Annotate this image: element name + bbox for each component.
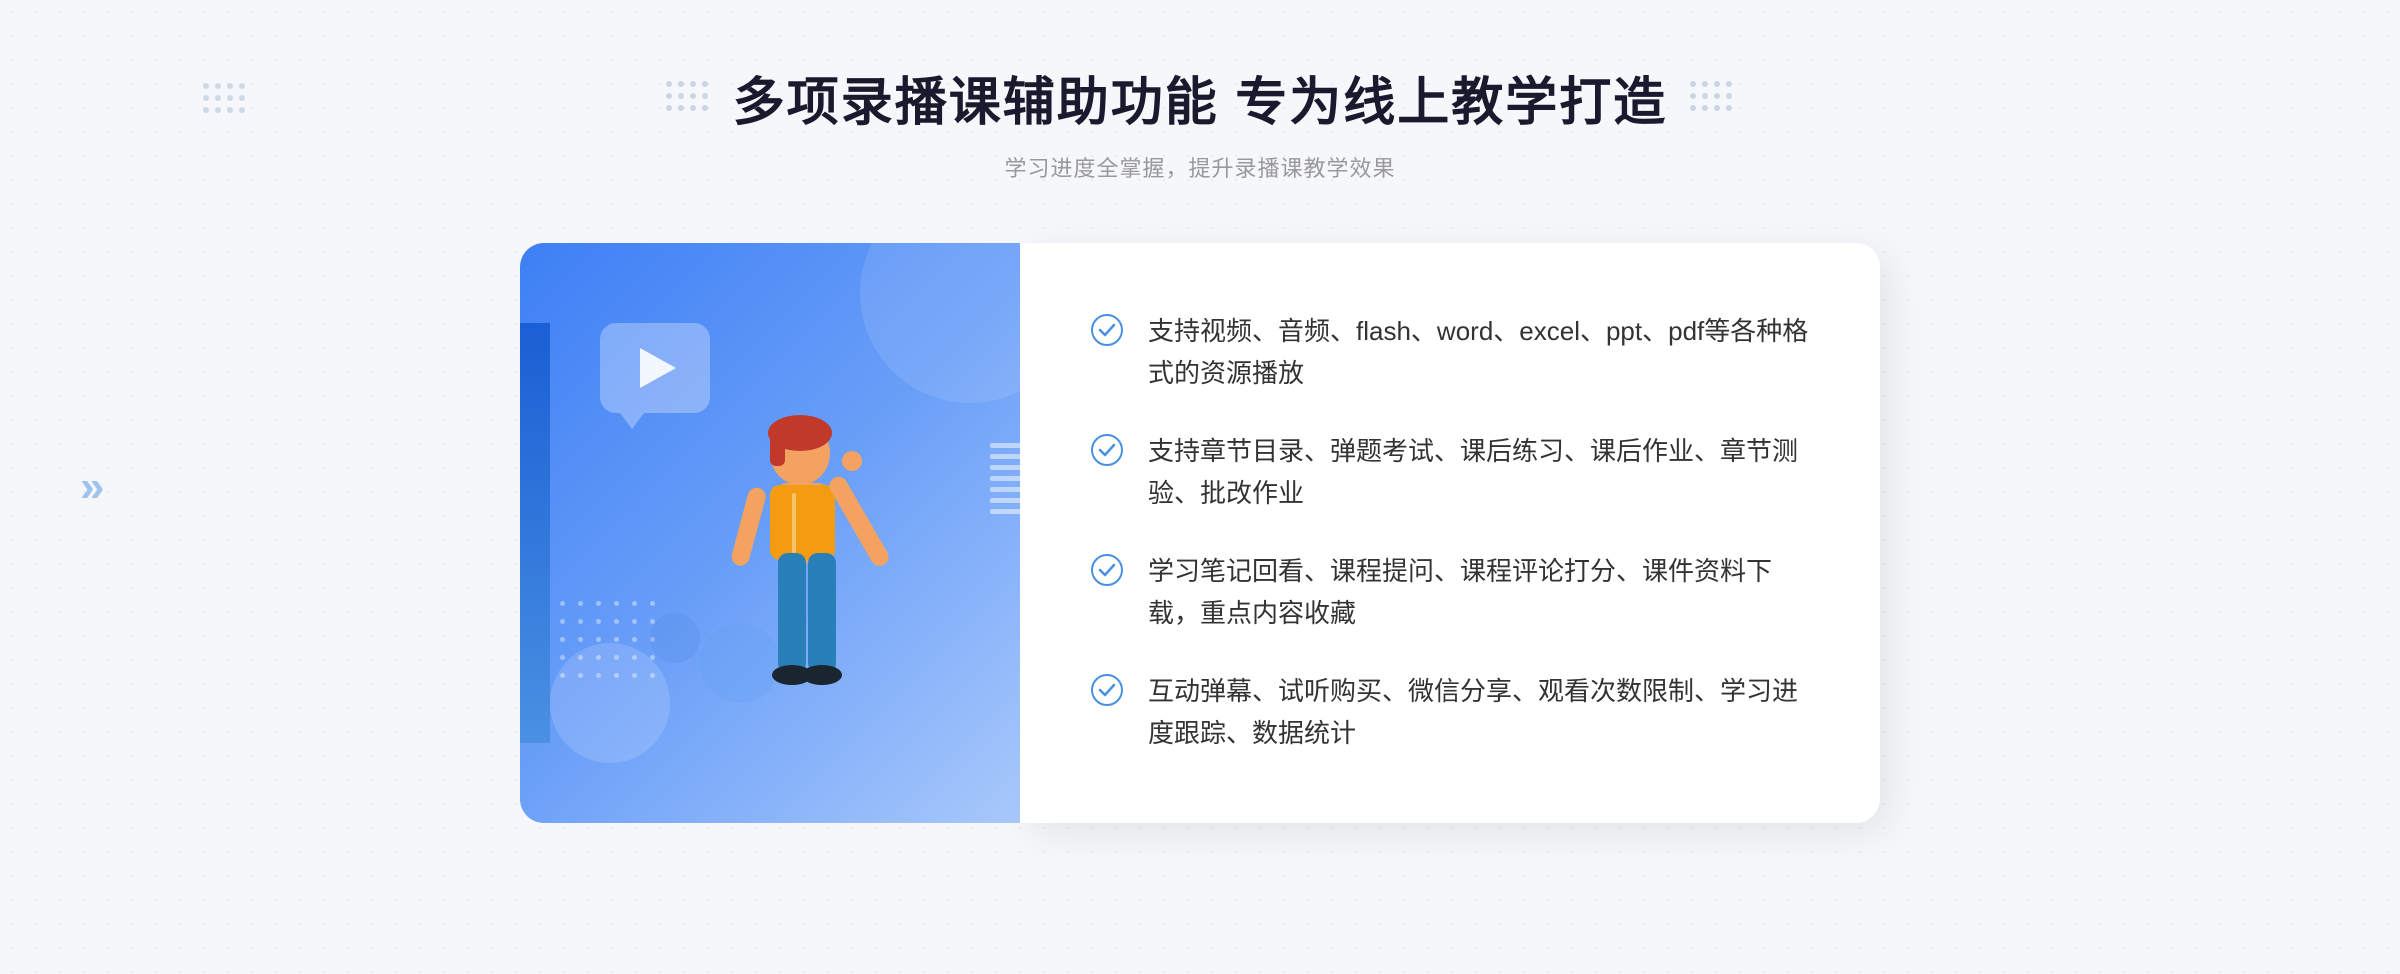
- features-card: 支持视频、音频、flash、word、excel、ppt、pdf等各种格式的资源…: [1020, 243, 1880, 823]
- content-area: 支持视频、音频、flash、word、excel、ppt、pdf等各种格式的资源…: [520, 243, 1880, 823]
- stripe-decoration: [990, 443, 1020, 523]
- figure-illustration: [630, 393, 910, 823]
- left-arrow-decoration: »: [80, 462, 104, 512]
- title-decoration-left: [663, 78, 713, 118]
- title-decoration-right: [1687, 78, 1737, 118]
- illustration-card: [520, 243, 1020, 823]
- page-subtitle: 学习进度全掌握，提升录播课教学效果: [663, 151, 1737, 183]
- feature-item-4: 互动弹幕、试听购买、微信分享、观看次数限制、学习进度跟踪、数据统计: [1090, 671, 1810, 754]
- check-icon-4: [1090, 673, 1124, 707]
- feature-item-3: 学习笔记回看、课程提问、课程评论打分、课件资料下载，重点内容收藏: [1090, 551, 1810, 634]
- feature-text-1: 支持视频、音频、flash、word、excel、ppt、pdf等各种格式的资源…: [1148, 311, 1810, 394]
- header-section: 多项录播课辅助功能 专为线上教学打造: [663, 60, 1737, 183]
- feature-text-2: 支持章节目录、弹题考试、课后练习、课后作业、章节测验、批改作业: [1148, 431, 1810, 514]
- feature-item-1: 支持视频、音频、flash、word、excel、ppt、pdf等各种格式的资源…: [1090, 311, 1810, 394]
- check-icon-3: [1090, 553, 1124, 587]
- feature-text-3: 学习笔记回看、课程提问、课程评论打分、课件资料下载，重点内容收藏: [1148, 551, 1810, 634]
- feature-item-2: 支持章节目录、弹题考试、课后练习、课后作业、章节测验、批改作业: [1090, 431, 1810, 514]
- page-container: »: [0, 0, 2400, 974]
- play-triangle-icon: [640, 348, 676, 388]
- feature-text-4: 互动弹幕、试听购买、微信分享、观看次数限制、学习进度跟踪、数据统计: [1148, 671, 1810, 754]
- check-icon-1: [1090, 313, 1124, 347]
- page-title: 多项录播课辅助功能 专为线上教学打造: [733, 60, 1667, 135]
- check-icon-2: [1090, 433, 1124, 467]
- blue-stripe: [520, 323, 550, 743]
- corner-dots-left: [200, 80, 250, 125]
- header-title-row: 多项录播课辅助功能 专为线上教学打造: [663, 60, 1737, 135]
